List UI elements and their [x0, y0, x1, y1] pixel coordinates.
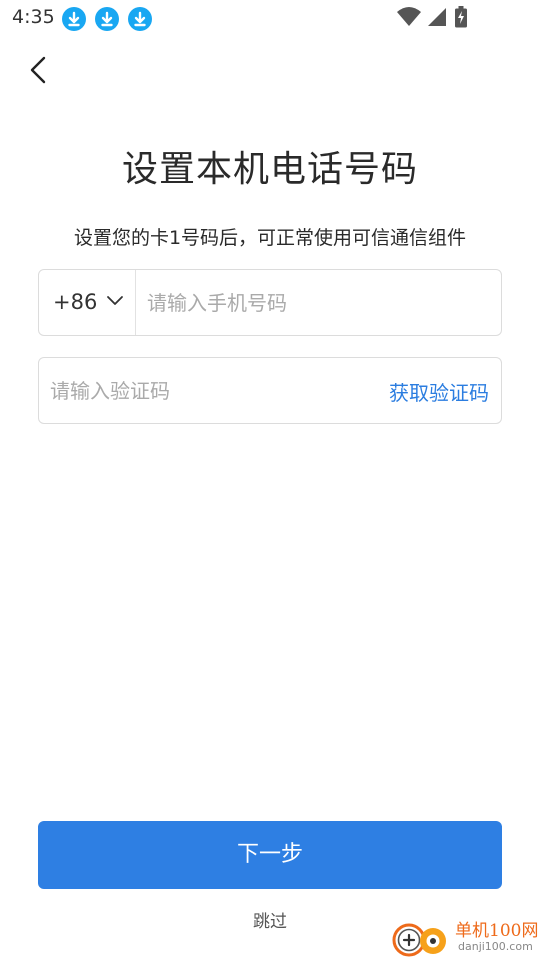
page-subtitle: 设置您的卡1号码后，可正常使用可信通信组件: [73, 227, 467, 249]
next-button[interactable]: 下一步: [38, 821, 502, 889]
verification-code-field: 获取验证码: [38, 357, 502, 424]
verification-code-input[interactable]: [50, 376, 350, 406]
wifi-icon: [397, 7, 421, 26]
page-title: 设置本机电话号码: [121, 149, 418, 190]
get-code-button[interactable]: 获取验证码: [389, 377, 489, 406]
download-icon: [95, 7, 119, 31]
phone-number-field: +86: [38, 269, 502, 336]
watermark-title: 单机100网: [455, 921, 539, 941]
phone-number-input[interactable]: [147, 288, 487, 318]
back-arrow-icon: [30, 56, 46, 84]
status-time: 4:35: [12, 6, 55, 28]
country-code-label: +86: [53, 290, 98, 314]
download-icon: [62, 7, 86, 31]
chevron-down-icon: [107, 296, 123, 305]
signal-icon: [428, 8, 446, 26]
country-code-selector[interactable]: +86: [39, 270, 136, 335]
back-button[interactable]: [22, 50, 58, 90]
watermark-subtitle: danji100.com: [458, 940, 533, 953]
download-icon: [128, 7, 152, 31]
phone-number-setup-screen: 4:35 设置本机电话号码 设置您的卡1号码后，可正常使用可信通信组件 +86 …: [0, 0, 540, 960]
battery-charging-icon: [455, 6, 467, 28]
watermark-logo: [392, 923, 446, 957]
status-bar: 4:35: [0, 0, 540, 36]
